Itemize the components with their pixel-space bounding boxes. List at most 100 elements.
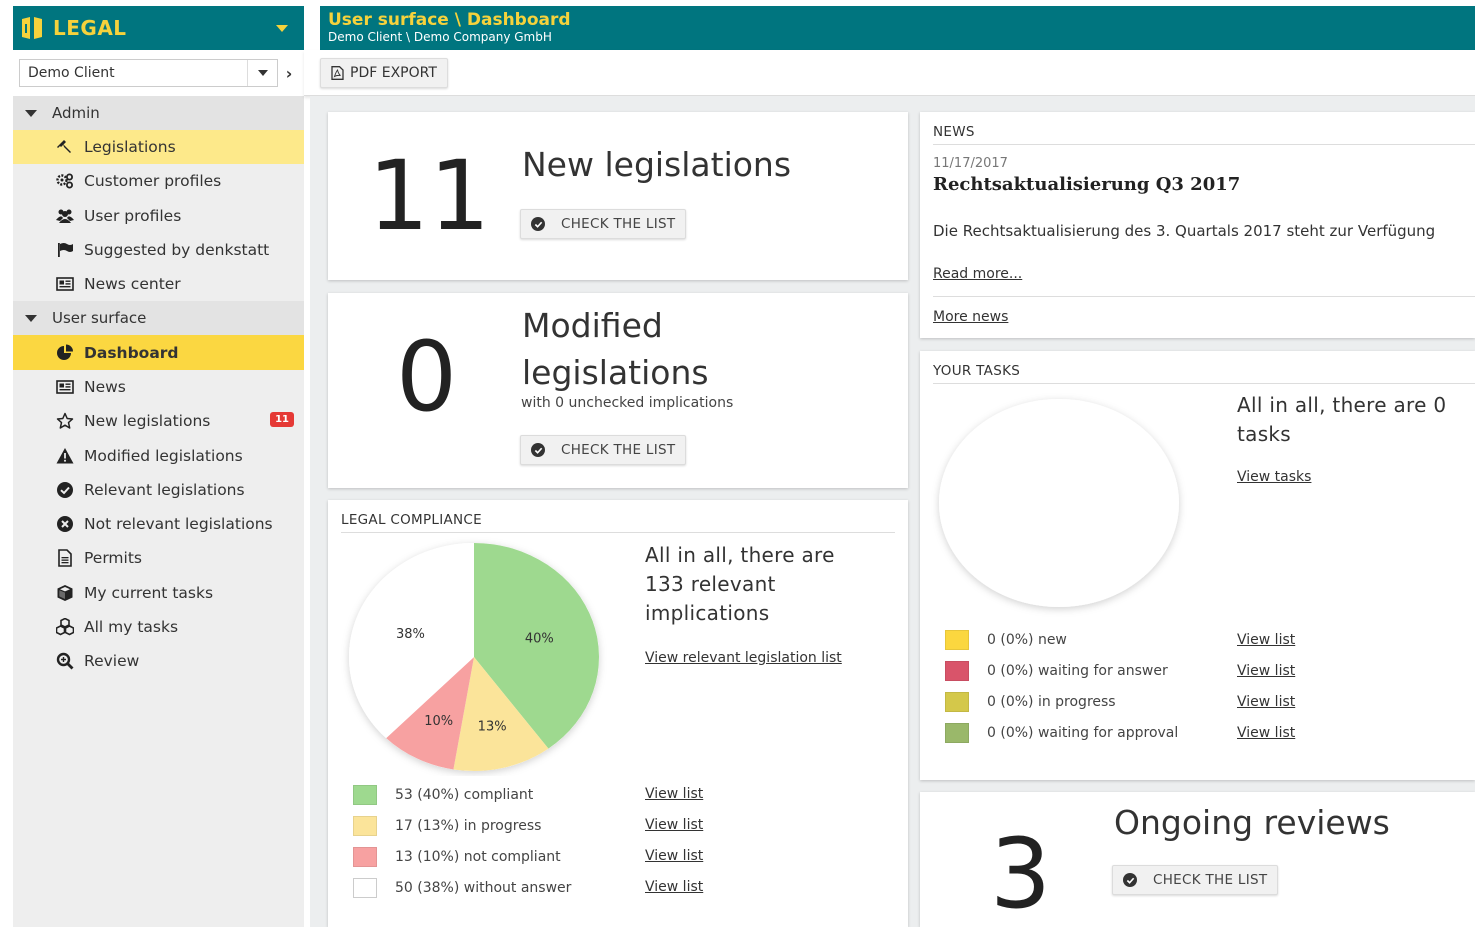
sidebar-item-new-legislations[interactable]: New legislations 11 — [13, 404, 304, 438]
legend-label: 17 (13%) in progress — [395, 818, 542, 834]
page-header: User surface \ Dashboard Demo Client \ D… — [320, 6, 1475, 50]
view-list-link[interactable]: View list — [645, 786, 703, 802]
new-legislations-count: 11 — [368, 140, 491, 252]
view-list-link[interactable]: View list — [1237, 694, 1295, 710]
news-card: NEWS 11/17/2017 Rechtsaktualisierung Q3 … — [920, 112, 1475, 338]
cubes-icon — [55, 618, 75, 636]
legend-row-without-answer: 50 (38%) without answer — [353, 878, 571, 898]
legal-compliance-heading: LEGAL COMPLIANCE — [341, 512, 895, 533]
modified-legislations-card: 0 Modified legislations with 0 unchecked… — [328, 293, 908, 488]
sidebar-item-all-my-tasks[interactable]: All my tasks — [13, 610, 304, 644]
sidebar-item-label: News — [84, 377, 126, 396]
tasks-empty-pie-chart — [939, 399, 1179, 607]
new-legislations-title: New legislations — [522, 145, 792, 184]
new-legislations-card: 11 New legislations CHECK THE LIST — [328, 112, 908, 280]
modified-legislations-subtitle: with 0 unchecked implications — [521, 395, 734, 411]
nav-section-user-surface[interactable]: User surface — [13, 301, 304, 336]
nav-section-admin[interactable]: Admin — [13, 96, 304, 130]
legend-row-not-compliant: 13 (10%) not compliant — [353, 847, 561, 867]
task-legend-row-new: 0 (0%) new — [945, 630, 1067, 650]
view-tasks-link[interactable]: View tasks — [1237, 469, 1311, 485]
check-new-legislations-button[interactable]: CHECK THE LIST — [520, 209, 687, 239]
compliance-pie-chart: 40% 13% 10% 38% — [349, 543, 599, 771]
sidebar-item-label: Legislations — [84, 138, 176, 157]
sidebar-item-review[interactable]: Review — [13, 644, 304, 678]
sidebar-item-label: Suggested by denkstatt — [84, 241, 270, 260]
legal-compliance-card: LEGAL COMPLIANCE 40% 13% 10% 38% All in all… — [328, 500, 908, 927]
sidebar-item-label: My current tasks — [84, 583, 214, 602]
legend-label: 0 (0%) waiting for approval — [987, 725, 1179, 741]
check-the-list-label: CHECK THE LIST — [1153, 872, 1268, 888]
view-relevant-legislation-link[interactable]: View relevant legislation list — [645, 650, 842, 666]
sidebar-item-legislations[interactable]: Legislations — [13, 130, 304, 165]
client-select[interactable]: Demo Client — [19, 59, 278, 87]
sidebar-item-label: Modified legislations — [84, 446, 243, 465]
task-legend-row-waiting-answer: 0 (0%) waiting for answer — [945, 661, 1168, 681]
tasks-card: YOUR TASKS All in all, there are 0 tasks… — [920, 351, 1475, 780]
news-body: Die Rechtsaktualisierung des 3. Quartals… — [933, 222, 1436, 240]
view-list-link[interactable]: View list — [1237, 725, 1295, 741]
sidebar-item-news-center[interactable]: News center — [13, 267, 304, 301]
view-list-link[interactable]: View list — [645, 817, 703, 833]
sidebar-item-label: Dashboard — [84, 343, 179, 362]
sidebar-item-label: Customer profiles — [84, 172, 222, 191]
legend-row-compliant: 53 (40%) compliant — [353, 785, 533, 805]
breadcrumb: User surface \ Dashboard — [328, 10, 571, 30]
chevron-right-icon[interactable]: › — [280, 59, 298, 87]
client-select-value: Demo Client — [28, 65, 115, 81]
news-date: 11/17/2017 — [933, 156, 1008, 171]
legend-swatch — [945, 661, 969, 681]
legend-label: 50 (38%) without answer — [395, 880, 572, 896]
legend-label: 53 (40%) compliant — [395, 787, 534, 803]
check-the-list-label: CHECK THE LIST — [561, 442, 676, 458]
legend-label: 0 (0%) new — [987, 632, 1067, 648]
view-list-link[interactable]: View list — [645, 848, 703, 864]
sidebar-item-relevant-legislations[interactable]: Relevant legislations — [13, 473, 304, 507]
view-list-link[interactable]: View list — [645, 879, 703, 895]
sidebar-item-label: News center — [84, 275, 181, 294]
view-list-link[interactable]: View list — [1237, 632, 1295, 648]
check-modified-legislations-button[interactable]: CHECK THE LIST — [520, 435, 687, 465]
legend-label: 0 (0%) in progress — [987, 694, 1116, 710]
news-title: Rechtsaktualisierung Q3 2017 — [933, 174, 1241, 195]
sidebar-item-news[interactable]: News — [13, 370, 304, 404]
read-more-link[interactable]: Read more... — [933, 266, 1022, 282]
legend-swatch — [945, 692, 969, 712]
dropdown-arrow-icon[interactable] — [247, 60, 277, 86]
ongoing-reviews-title: Ongoing reviews — [1114, 803, 1390, 842]
gavel-icon — [55, 138, 75, 156]
users-icon — [55, 207, 75, 225]
sidebar-item-label: Permits — [84, 549, 142, 568]
pdf-export-label: PDF EXPORT — [350, 65, 437, 81]
warning-icon — [55, 447, 75, 465]
nav-section-label: User surface — [52, 309, 147, 328]
cogs-icon — [55, 172, 75, 190]
document-icon — [55, 549, 75, 568]
check-ongoing-reviews-button[interactable]: CHECK THE LIST — [1112, 865, 1279, 895]
sidebar-item-dashboard[interactable]: Dashboard — [13, 335, 304, 370]
chevron-down-icon[interactable] — [276, 24, 288, 32]
sidebar-item-modified-legislations[interactable]: Modified legislations — [13, 438, 304, 472]
sidebar-item-my-current-tasks[interactable]: My current tasks — [13, 576, 304, 610]
star-icon — [55, 412, 75, 430]
brand-bar[interactable]: LEGAL — [13, 6, 304, 50]
more-news-link[interactable]: More news — [933, 309, 1008, 325]
sidebar-item-permits[interactable]: Permits — [13, 541, 304, 575]
brand-name: LEGAL — [53, 16, 127, 40]
sidebar-item-not-relevant-legislations[interactable]: Not relevant legislations — [13, 507, 304, 541]
sidebar-item-suggested[interactable]: Suggested by denkstatt — [13, 233, 304, 267]
view-list-link[interactable]: View list — [1237, 663, 1295, 679]
sidebar-item-user-profiles[interactable]: User profiles — [13, 199, 304, 233]
legend-swatch — [353, 847, 377, 867]
legend-swatch — [353, 785, 377, 805]
check-circle-icon — [531, 443, 545, 457]
times-circle-icon — [55, 515, 75, 533]
pie-chart-icon — [55, 344, 75, 362]
breadcrumb-subtitle: Demo Client \ Demo Company GmbH — [328, 30, 552, 44]
legend-swatch — [353, 816, 377, 836]
sidebar-item-label: All my tasks — [84, 618, 179, 636]
pdf-export-button[interactable]: PDF EXPORT — [320, 58, 448, 88]
sidebar-item-customer-profiles[interactable]: Customer profiles — [13, 164, 304, 198]
pie-label: 40% — [525, 631, 554, 646]
count-badge: 11 — [270, 412, 294, 428]
